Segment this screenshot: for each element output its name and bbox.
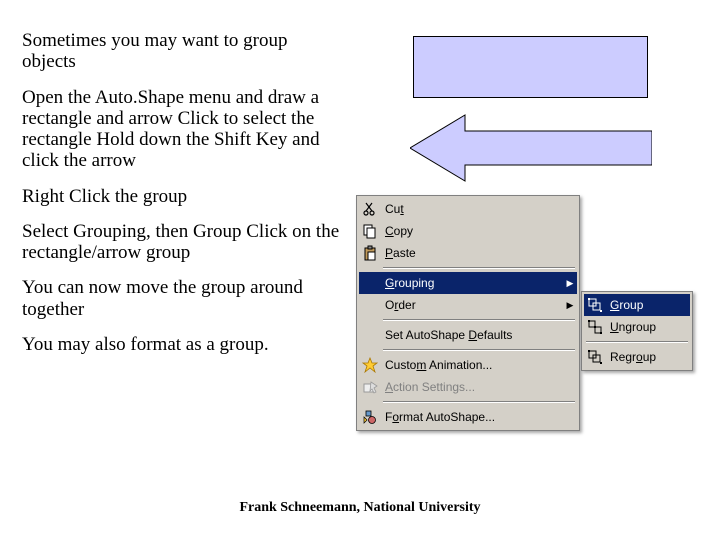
anim-icon: [359, 354, 381, 376]
menu-item-copy[interactable]: Copy: [359, 220, 577, 242]
menu-separator: [383, 401, 575, 403]
menu-label: Action Settings...: [381, 380, 577, 394]
menu-label: Copy: [381, 224, 577, 238]
blank-icon: [359, 324, 381, 346]
blank-icon: [359, 272, 381, 294]
menu-label: Format AutoShape...: [381, 410, 577, 424]
instruction-p6: You may also format as a group.: [22, 334, 342, 355]
menu-item-custom-animation[interactable]: Custom Animation...: [359, 354, 577, 376]
blank-icon: [359, 294, 381, 316]
menu-item-action-settings: Action Settings...: [359, 376, 577, 398]
submenu-item-group[interactable]: Group: [584, 294, 690, 316]
menu-separator: [383, 319, 575, 321]
instruction-p4: Select Grouping, then Group Click on the…: [22, 221, 342, 264]
instruction-p5: You can now move the group around togeth…: [22, 277, 342, 320]
submenu-arrow-icon: ▶: [563, 278, 577, 289]
menu-label: Cut: [381, 202, 577, 216]
menu-separator: [383, 349, 575, 351]
copy-icon: [359, 220, 381, 242]
action-icon: [359, 376, 381, 398]
menu-label: Paste: [381, 246, 577, 260]
instruction-p1: Sometimes you may want to group objects: [22, 30, 342, 73]
format-icon: [359, 406, 381, 428]
cut-icon: [359, 198, 381, 220]
menu-item-grouping[interactable]: Grouping ▶: [359, 272, 577, 294]
submenu-label: Ungroup: [606, 320, 690, 334]
grouping-submenu: Group Ungroup Regroup: [581, 291, 693, 371]
regroup-icon: [584, 346, 606, 368]
menu-separator: [383, 267, 575, 269]
menu-separator: [586, 341, 688, 343]
menu-label: Order: [381, 298, 563, 312]
menu-label: Grouping: [381, 276, 563, 290]
sample-rectangle-shape[interactable]: [413, 36, 648, 98]
instructions-text: Sometimes you may want to group objects …: [22, 30, 342, 369]
submenu-label: Group: [606, 298, 690, 312]
menu-item-order[interactable]: Order ▶: [359, 294, 577, 316]
menu-item-paste[interactable]: Paste: [359, 242, 577, 264]
menu-item-set-autoshape-defaults[interactable]: Set AutoShape Defaults: [359, 324, 577, 346]
instruction-p3: Right Click the group: [22, 186, 342, 207]
menu-label: Set AutoShape Defaults: [381, 328, 577, 342]
ungroup-icon: [584, 316, 606, 338]
menu-label: Custom Animation...: [381, 358, 577, 372]
group-icon: [584, 294, 606, 316]
menu-item-format-autoshape[interactable]: Format AutoShape...: [359, 406, 577, 428]
paste-icon: [359, 242, 381, 264]
submenu-item-regroup[interactable]: Regroup: [584, 346, 690, 368]
footer-text: Frank Schneemann, National University: [0, 500, 720, 516]
submenu-arrow-icon: ▶: [563, 300, 577, 311]
context-menu: Cut Copy Paste Grouping ▶ Order ▶: [356, 195, 580, 431]
instruction-p2: Open the Auto.Shape menu and draw a rect…: [22, 87, 342, 172]
menu-item-cut[interactable]: Cut: [359, 198, 577, 220]
submenu-label: Regroup: [606, 350, 690, 364]
submenu-item-ungroup[interactable]: Ungroup: [584, 316, 690, 338]
sample-arrow-shape[interactable]: [410, 113, 652, 183]
